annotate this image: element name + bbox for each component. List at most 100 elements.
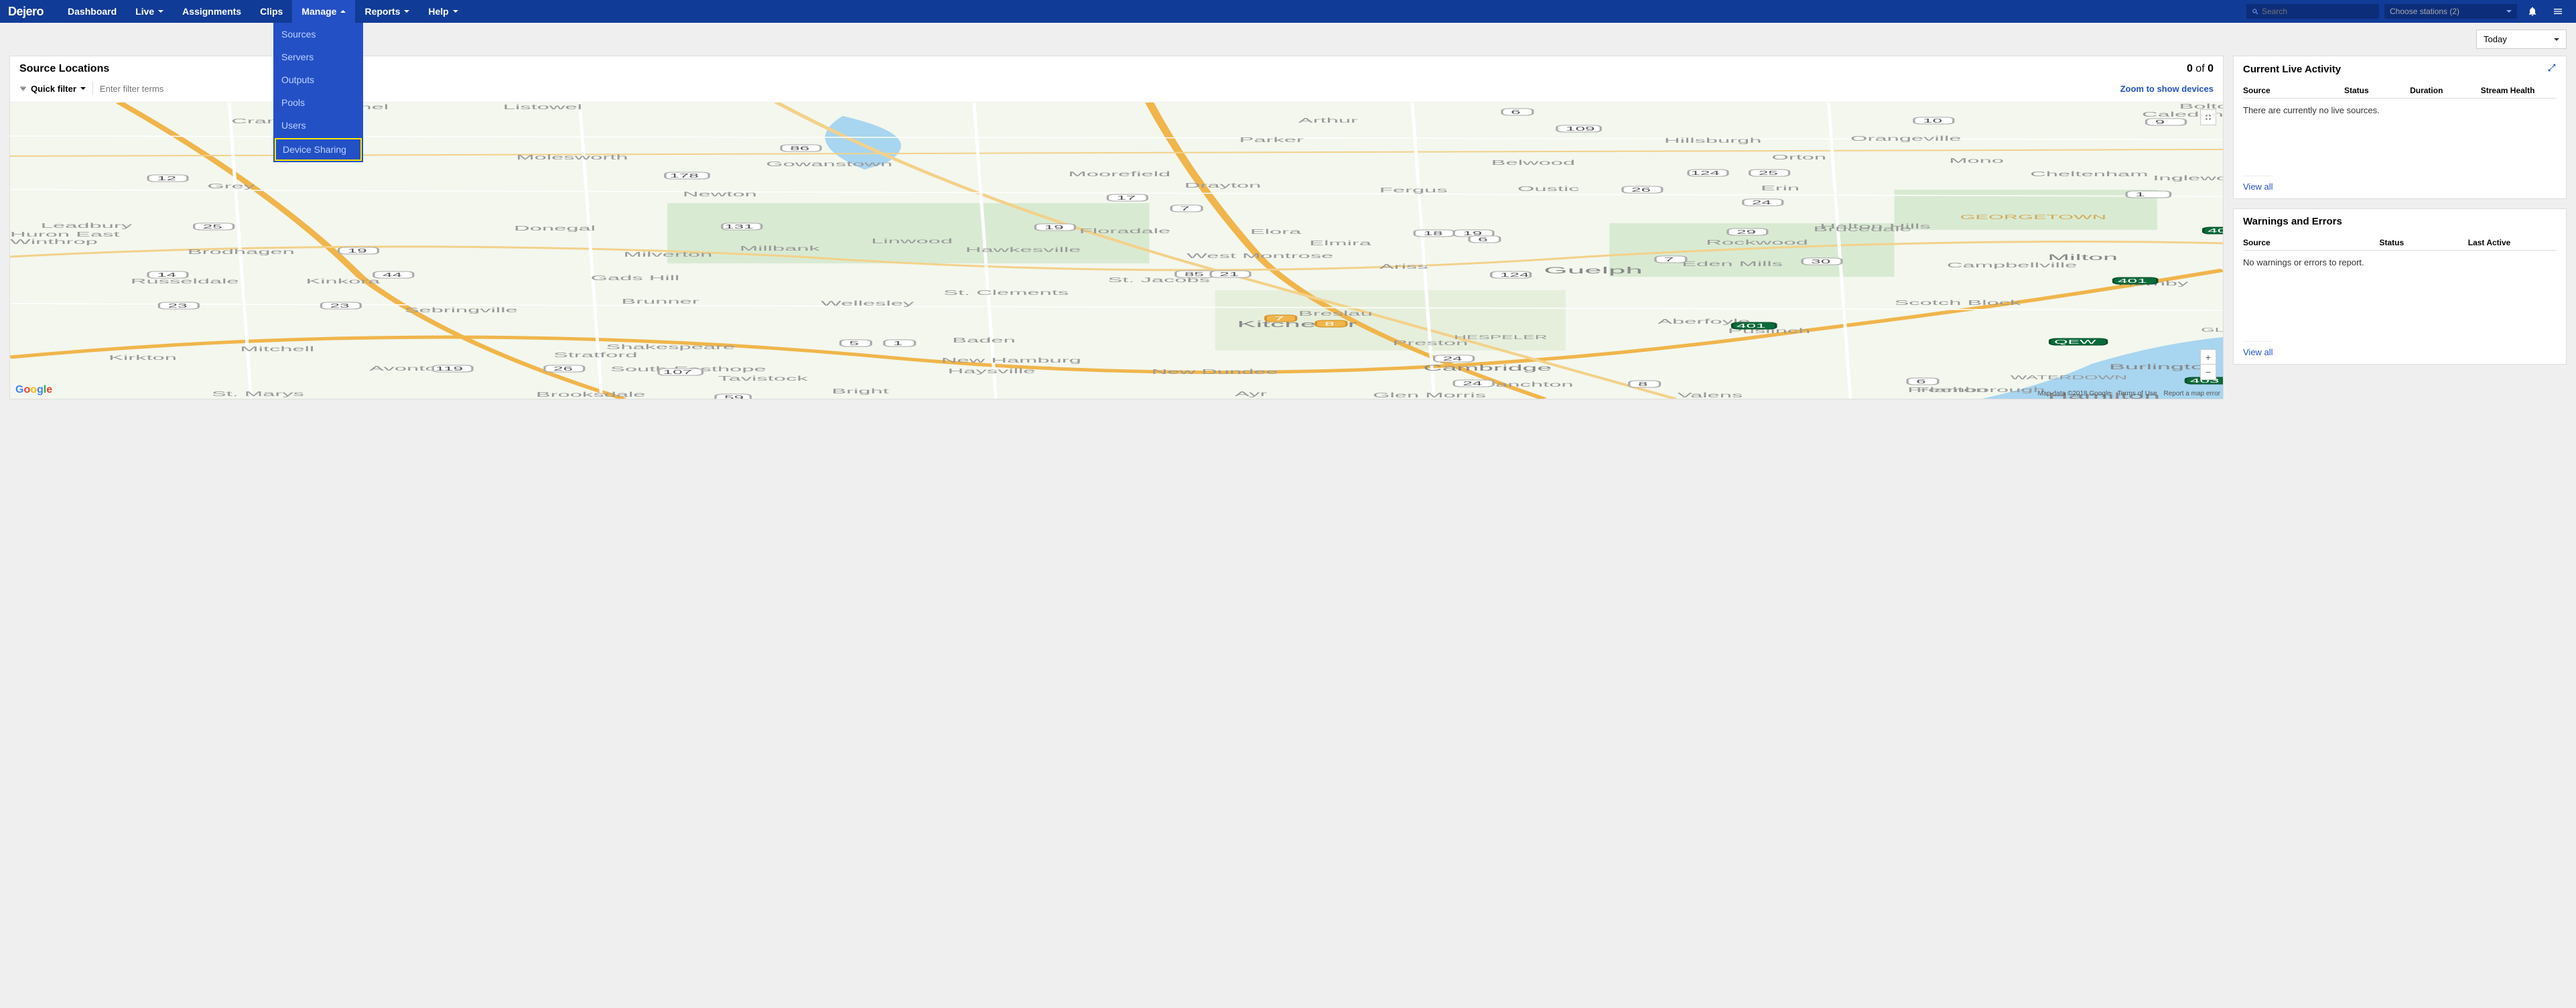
svg-text:25: 25 <box>1759 170 1778 176</box>
svg-text:Floradale: Floradale <box>1079 227 1170 235</box>
svg-text:131: 131 <box>724 224 754 230</box>
stations-selector[interactable]: Choose stations (2) <box>2384 4 2517 19</box>
svg-text:Ariss: Ariss <box>1379 263 1428 270</box>
svg-text:107: 107 <box>663 369 693 375</box>
nav-dashboard[interactable]: Dashboard <box>58 0 126 23</box>
svg-text:Hillsburgh: Hillsburgh <box>1664 137 1761 144</box>
zoom-to-devices-link[interactable]: Zoom to show devices <box>2120 84 2214 94</box>
expand-live-button[interactable] <box>2547 63 2557 75</box>
svg-text:17: 17 <box>1117 195 1136 201</box>
map-zoom-out-button[interactable]: − <box>2201 365 2216 379</box>
svg-text:18: 18 <box>1423 231 1442 237</box>
caret-down-icon <box>404 10 409 13</box>
hamburger-icon <box>2553 6 2563 17</box>
manage-users[interactable]: Users <box>273 114 363 137</box>
svg-text:Flamborough: Flamborough <box>1916 386 2045 393</box>
live-view-all-link[interactable]: View all <box>2243 176 2273 192</box>
map-zoom-in-button[interactable]: + <box>2201 350 2216 365</box>
svg-text:9: 9 <box>2155 119 2165 125</box>
svg-text:Baden: Baden <box>952 336 1016 344</box>
svg-text:6: 6 <box>1511 109 1521 115</box>
nav-manage[interactable]: Manage <box>292 0 355 23</box>
svg-text:Mono: Mono <box>1949 157 2004 164</box>
map-fullscreen-button[interactable] <box>2200 109 2216 125</box>
svg-text:Donegal: Donegal <box>514 225 596 232</box>
svg-text:401: 401 <box>1737 323 1766 329</box>
global-search[interactable] <box>2246 4 2379 19</box>
svg-text:Bright: Bright <box>831 387 889 395</box>
google-logo: Google <box>15 384 52 396</box>
nav-clips[interactable]: Clips <box>251 0 292 23</box>
svg-text:24: 24 <box>1443 356 1463 362</box>
svg-text:Wellesley: Wellesley <box>821 300 915 307</box>
warnings-view-all-link[interactable]: View all <box>2243 341 2273 357</box>
svg-text:1: 1 <box>2135 192 2145 198</box>
manage-sources[interactable]: Sources <box>273 23 363 46</box>
notifications-button[interactable] <box>2522 6 2543 17</box>
nav-live[interactable]: Live <box>126 0 173 23</box>
manage-device-sharing[interactable]: Device Sharing <box>275 138 362 161</box>
svg-text:Arthur: Arthur <box>1298 117 1358 124</box>
date-filter-selector[interactable]: Today <box>2476 29 2567 49</box>
svg-text:Elmira: Elmira <box>1309 239 1371 247</box>
map-zoom-controls: + − <box>2200 349 2216 380</box>
warnings-errors-card: Warnings and Errors Source Status Last A… <box>2233 208 2567 365</box>
svg-text:14: 14 <box>157 272 176 278</box>
svg-text:85: 85 <box>1184 271 1204 277</box>
svg-text:Erin: Erin <box>1761 184 1800 192</box>
map-attribution: Map data ©2018 Google Terms of Use Repor… <box>2037 390 2220 397</box>
svg-text:Gads Hill: Gads Hill <box>591 274 680 281</box>
caret-down-icon <box>80 87 86 90</box>
warn-col-source: Source <box>2243 238 2379 247</box>
svg-text:Campbellville: Campbellville <box>1947 261 2077 269</box>
svg-text:Winthrop: Winthrop <box>10 238 98 245</box>
svg-text:Millbank: Millbank <box>740 245 821 252</box>
svg-text:GEORGETOWN: GEORGETOWN <box>1960 214 2106 220</box>
svg-text:7: 7 <box>1180 206 1190 212</box>
map-report-link[interactable]: Report a map error <box>2164 390 2220 397</box>
svg-text:8: 8 <box>1325 321 1335 327</box>
svg-text:Parker: Parker <box>1239 136 1304 143</box>
caret-down-icon <box>2506 10 2512 13</box>
svg-text:1: 1 <box>893 340 903 346</box>
svg-text:Haysville: Haysville <box>948 367 1036 375</box>
svg-text:25: 25 <box>203 224 222 230</box>
filter-icon <box>19 85 27 92</box>
quick-filter-input[interactable] <box>92 82 2114 95</box>
svg-text:Cheltenham: Cheltenham <box>2030 170 2148 178</box>
manage-servers[interactable]: Servers <box>273 46 363 68</box>
svg-text:124: 124 <box>1690 170 1720 176</box>
svg-text:Shakespeare: Shakespeare <box>606 343 736 351</box>
svg-text:12: 12 <box>157 176 176 182</box>
top-navbar: Dejero Dashboard Live Assignments Clips … <box>0 0 2576 23</box>
nav-help[interactable]: Help <box>419 0 467 23</box>
svg-text:St. Marys: St. Marys <box>212 390 304 397</box>
search-input[interactable] <box>2262 7 2374 16</box>
svg-text:Rockwood: Rockwood <box>1706 239 1808 246</box>
svg-text:29: 29 <box>1737 229 1756 235</box>
manage-outputs[interactable]: Outputs <box>273 68 363 91</box>
svg-text:Oustic: Oustic <box>1517 185 1580 192</box>
hamburger-menu-button[interactable] <box>2548 6 2568 17</box>
svg-text:59: 59 <box>724 395 744 399</box>
svg-text:7: 7 <box>1664 257 1674 263</box>
svg-text:Belwood: Belwood <box>1491 159 1575 166</box>
nav-assignments[interactable]: Assignments <box>173 0 251 23</box>
svg-text:Orangeville: Orangeville <box>1850 135 1961 142</box>
svg-text:Scotch Block: Scotch Block <box>1894 299 2021 306</box>
svg-text:30: 30 <box>1811 259 1830 265</box>
live-col-source: Source <box>2243 86 2344 95</box>
source-locations-title: Source Locations <box>19 63 109 75</box>
caret-down-icon <box>158 10 163 13</box>
svg-text:Molesworth: Molesworth <box>516 153 628 161</box>
nav-reports[interactable]: Reports <box>355 0 419 23</box>
manage-pools[interactable]: Pools <box>273 91 363 114</box>
svg-text:Brunner: Brunner <box>621 298 699 305</box>
quick-filter-button[interactable]: Quick filter <box>19 84 86 94</box>
map-terms-link[interactable]: Terms of Use <box>2118 390 2157 397</box>
svg-text:Gowanstown: Gowanstown <box>766 160 892 168</box>
svg-text:7: 7 <box>1274 316 1284 322</box>
svg-text:St. Clements: St. Clements <box>943 289 1069 296</box>
svg-text:6: 6 <box>1916 379 1926 385</box>
svg-text:Milton: Milton <box>2047 253 2118 262</box>
